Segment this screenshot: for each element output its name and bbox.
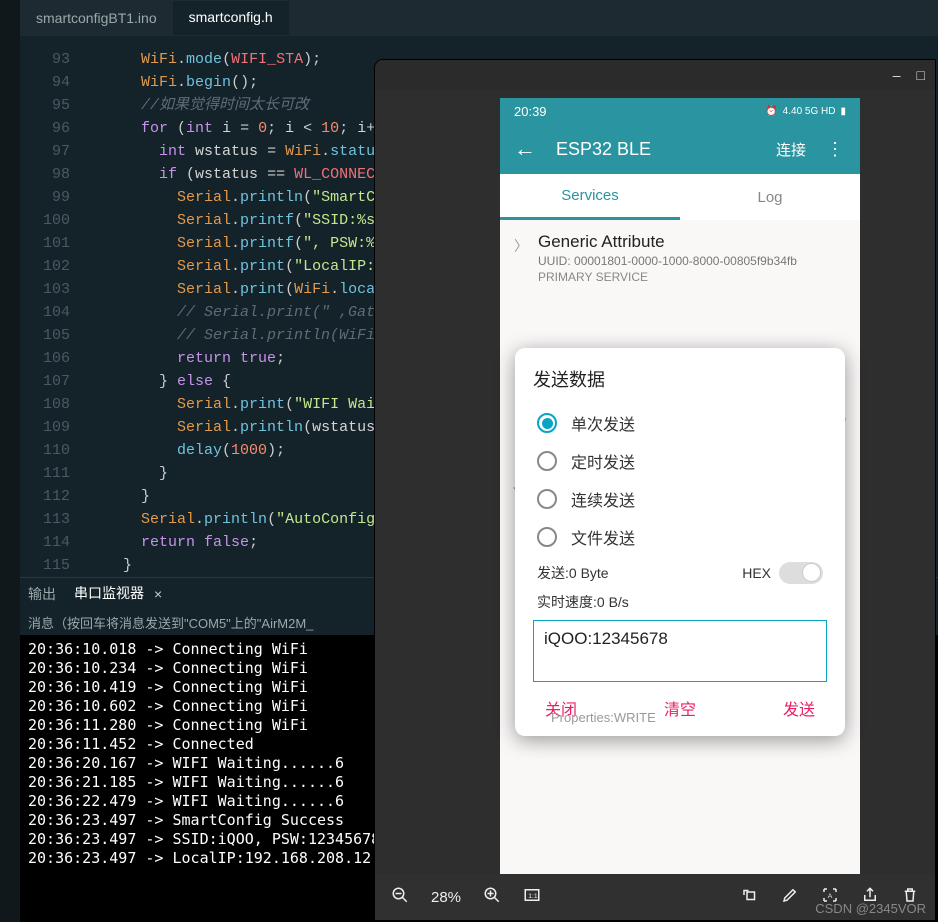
radio-continuous[interactable]: 连续发送 bbox=[533, 480, 827, 518]
app-title: ESP32 BLE bbox=[556, 139, 651, 160]
service-row[interactable]: 〉 Generic Attribute UUID: 00001801-0000-… bbox=[514, 232, 846, 284]
watermark: CSDN @2345VOR bbox=[815, 901, 926, 916]
send-dialog: 发送数据 单次发送 定时发送 连续发送 文件发送 发送:0 Byte HEX 实… bbox=[515, 348, 845, 736]
zoom-in-icon[interactable] bbox=[483, 886, 501, 908]
connect-button[interactable]: 连接 bbox=[776, 139, 806, 160]
status-icons: ⏰4.40 5G HD▮ bbox=[765, 106, 846, 117]
chevron-right-icon: 〉 bbox=[514, 236, 528, 256]
zoom-level: 28% bbox=[431, 889, 461, 906]
preview-window: – □ 20:39 ⏰4.40 5G HD▮ ← ESP32 BLE 连接 ⋮ … bbox=[375, 60, 935, 920]
send-input[interactable]: iQOO:12345678 bbox=[533, 620, 827, 682]
tab-services[interactable]: Services bbox=[500, 174, 680, 220]
appbar: ← ESP32 BLE 连接 ⋮ bbox=[500, 124, 860, 174]
radio-file[interactable]: 文件发送 bbox=[533, 518, 827, 556]
line-gutter: 9394959697989910010110210310410510610710… bbox=[20, 48, 90, 577]
radio-single[interactable]: 单次发送 bbox=[533, 404, 827, 442]
panel-tab-output[interactable]: 输出 bbox=[28, 578, 56, 610]
ble-tabs: Services Log bbox=[500, 174, 860, 220]
svg-text:1:1: 1:1 bbox=[528, 893, 538, 900]
maximize-icon[interactable]: □ bbox=[917, 67, 925, 83]
radio-icon bbox=[537, 451, 557, 471]
actual-size-icon[interactable]: 1:1 bbox=[523, 886, 541, 908]
phone-statusbar: 20:39 ⏰4.40 5G HD▮ bbox=[500, 98, 860, 124]
service-uuid: UUID: 00001801-0000-1000-8000-00805f9b34… bbox=[538, 254, 797, 268]
zoom-out-icon[interactable] bbox=[391, 886, 409, 908]
minimize-icon[interactable]: – bbox=[893, 67, 901, 83]
rotate-icon[interactable] bbox=[741, 886, 759, 908]
radio-icon bbox=[537, 413, 557, 433]
radio-icon bbox=[537, 527, 557, 547]
service-name: Generic Attribute bbox=[538, 232, 797, 252]
close-icon[interactable]: × bbox=[154, 586, 162, 602]
svg-text:A: A bbox=[828, 893, 833, 900]
panel-tab-monitor[interactable]: 串口监视器 bbox=[74, 577, 144, 610]
tab-ino[interactable]: smartconfigBT1.ino bbox=[20, 2, 173, 34]
char-properties: Properties:WRITE bbox=[551, 710, 656, 725]
back-icon[interactable]: ← bbox=[514, 136, 536, 162]
radio-timed[interactable]: 定时发送 bbox=[533, 442, 827, 480]
tab-header[interactable]: smartconfig.h bbox=[173, 1, 289, 35]
edit-icon[interactable] bbox=[781, 886, 799, 908]
preview-titlebar: – □ bbox=[375, 60, 935, 90]
more-icon[interactable]: ⋮ bbox=[826, 139, 846, 160]
hex-toggle[interactable] bbox=[779, 562, 823, 584]
send-info: 发送:0 Byte HEX bbox=[533, 556, 827, 590]
radio-icon bbox=[537, 489, 557, 509]
ble-body: 〉 Generic Attribute UUID: 00001801-0000-… bbox=[500, 220, 860, 296]
hex-label: HEX bbox=[742, 565, 771, 581]
dialog-title: 发送数据 bbox=[533, 366, 827, 392]
service-type: PRIMARY SERVICE bbox=[538, 270, 797, 284]
send-button[interactable]: 发送 bbox=[783, 696, 815, 720]
status-time: 20:39 bbox=[514, 104, 547, 119]
editor-tabs: smartconfigBT1.ino smartconfig.h bbox=[20, 0, 289, 36]
clear-button[interactable]: 清空 bbox=[664, 696, 696, 720]
tab-log[interactable]: Log bbox=[680, 174, 860, 220]
activity-bar[interactable] bbox=[0, 0, 20, 922]
speed-label: 实时速度:0 B/s bbox=[533, 590, 827, 620]
